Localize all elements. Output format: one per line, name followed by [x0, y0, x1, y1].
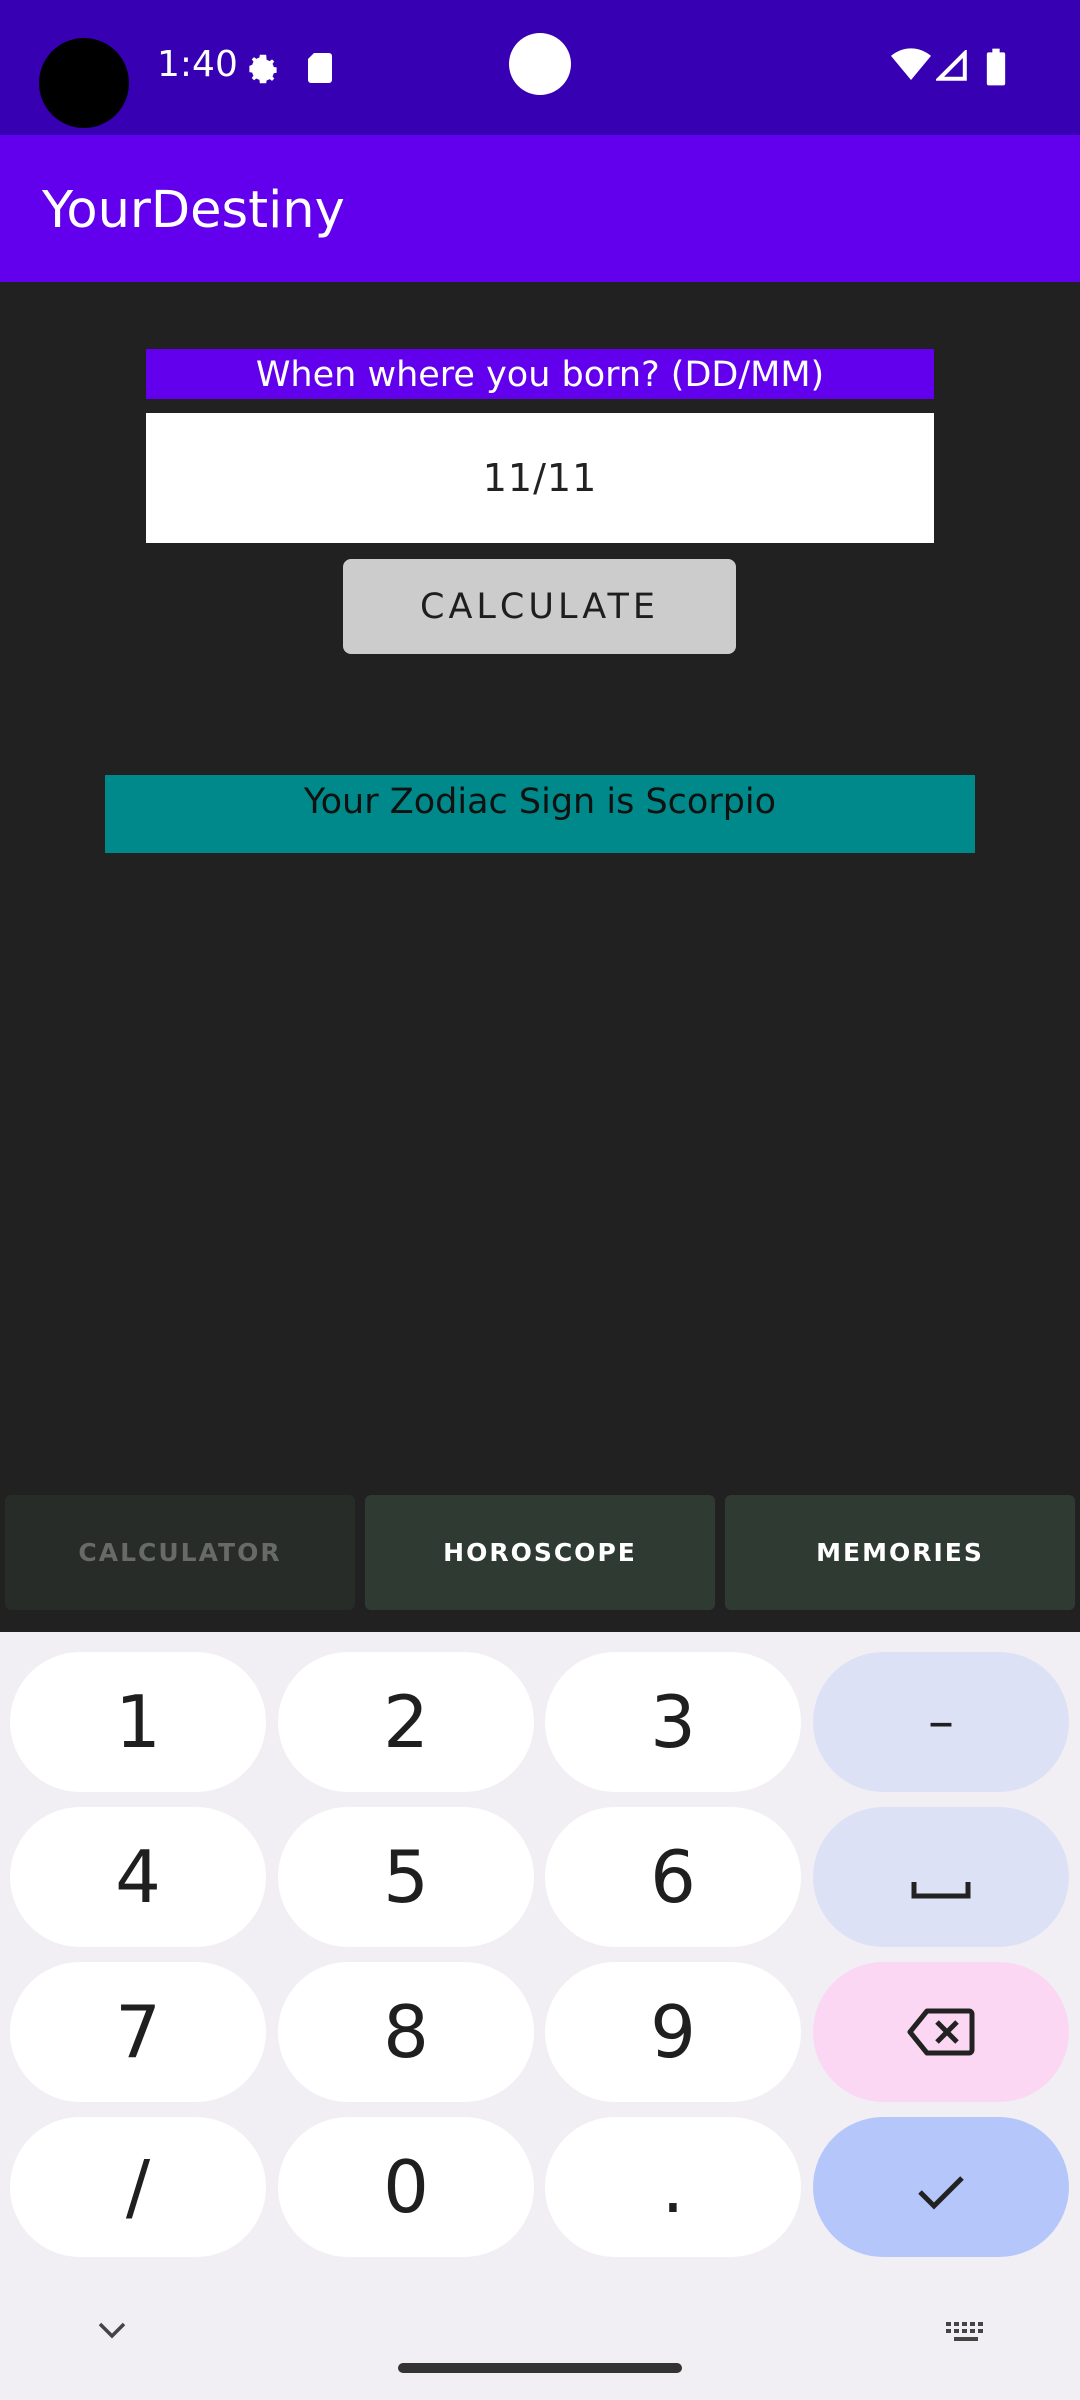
app-title: YourDestiny	[42, 181, 345, 240]
key-space[interactable]	[813, 1807, 1069, 1947]
space-icon	[911, 1835, 971, 1919]
calculate-button[interactable]: CALCULATE	[343, 559, 736, 654]
key-4[interactable]: 4	[10, 1807, 266, 1947]
key-dot[interactable]: .	[545, 2117, 801, 2257]
key-3[interactable]: 3	[545, 1652, 801, 1792]
tab-calculator[interactable]: CALCULATOR	[5, 1495, 355, 1610]
backspace-icon	[907, 1990, 975, 2074]
key-8[interactable]: 8	[278, 1962, 534, 2102]
key-9[interactable]: 9	[545, 1962, 801, 2102]
battery-icon	[985, 48, 1007, 91]
key-done[interactable]	[813, 2117, 1069, 2257]
key-2[interactable]: 2	[278, 1652, 534, 1792]
key-6[interactable]: 6	[545, 1807, 801, 1947]
chevron-down-icon[interactable]	[97, 2320, 127, 2345]
status-bar: 1:40	[0, 0, 1080, 135]
key-delete[interactable]	[813, 1962, 1069, 2102]
sd-card-icon	[304, 50, 336, 91]
camera-cutout	[39, 38, 129, 128]
zodiac-result: Your Zodiac Sign is Scorpio	[105, 775, 975, 853]
settings-icon	[244, 50, 282, 93]
keyboard-icon[interactable]	[944, 2320, 988, 2349]
key-slash[interactable]: /	[10, 2117, 266, 2257]
birth-date-input[interactable]	[146, 413, 934, 543]
numeric-keyboard: 1 2 3 – 4 5 6 7 8 9 / 0 .	[0, 1632, 1080, 2400]
birth-date-prompt: When where you born? (DD/MM)	[146, 349, 934, 399]
home-indicator[interactable]	[398, 2363, 682, 2373]
app-bar: YourDestiny	[0, 135, 1080, 282]
signal-icon	[934, 48, 968, 87]
status-time: 1:40	[157, 44, 238, 85]
key-5[interactable]: 5	[278, 1807, 534, 1947]
key-7[interactable]: 7	[10, 1962, 266, 2102]
key-0[interactable]: 0	[278, 2117, 534, 2257]
checkmark-icon	[916, 2145, 966, 2229]
wifi-icon	[891, 48, 931, 87]
key-dash[interactable]: –	[813, 1652, 1069, 1792]
front-sensor	[509, 33, 571, 95]
key-1[interactable]: 1	[10, 1652, 266, 1792]
tab-horoscope[interactable]: HOROSCOPE	[365, 1495, 715, 1610]
tab-memories[interactable]: MEMORIES	[725, 1495, 1075, 1610]
